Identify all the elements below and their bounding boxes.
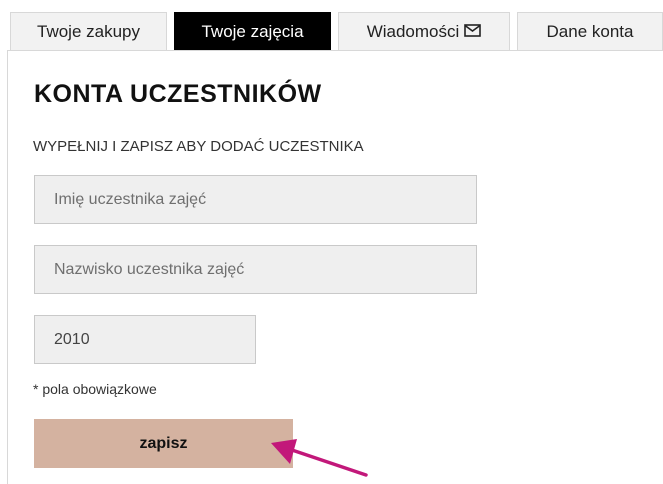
tab-label: Wiadomości — [366, 21, 460, 41]
required-fields-note: * pola obowiązkowe — [33, 381, 157, 397]
tab-twoje-zakupy[interactable]: Twoje zakupy — [10, 12, 167, 51]
tab-twoje-zajecia[interactable]: Twoje zajęcia — [174, 12, 331, 51]
birth-year-input[interactable] — [34, 315, 256, 364]
last-name-input[interactable] — [34, 245, 477, 294]
tab-label: Twoje zajęcia — [201, 21, 304, 41]
tab-label: Dane konta — [546, 21, 634, 41]
envelope-icon — [464, 22, 482, 42]
panel-border — [7, 51, 8, 484]
first-name-input[interactable] — [34, 175, 477, 224]
save-button[interactable]: zapisz — [34, 419, 293, 468]
form-instructions: WYPEŁNIJ I ZAPISZ ABY DODAĆ UCZESTNIKA — [33, 138, 364, 155]
account-page: Twoje zakupy Twoje zajęcia Wiadomości Da… — [0, 0, 663, 484]
page-title: KONTA UCZESTNIKÓW — [34, 80, 322, 108]
tab-dane-konta[interactable]: Dane konta — [517, 12, 663, 51]
tab-label: Twoje zakupy — [37, 21, 140, 41]
panel-divider — [7, 50, 663, 51]
tab-wiadomosci[interactable]: Wiadomości — [338, 12, 510, 51]
